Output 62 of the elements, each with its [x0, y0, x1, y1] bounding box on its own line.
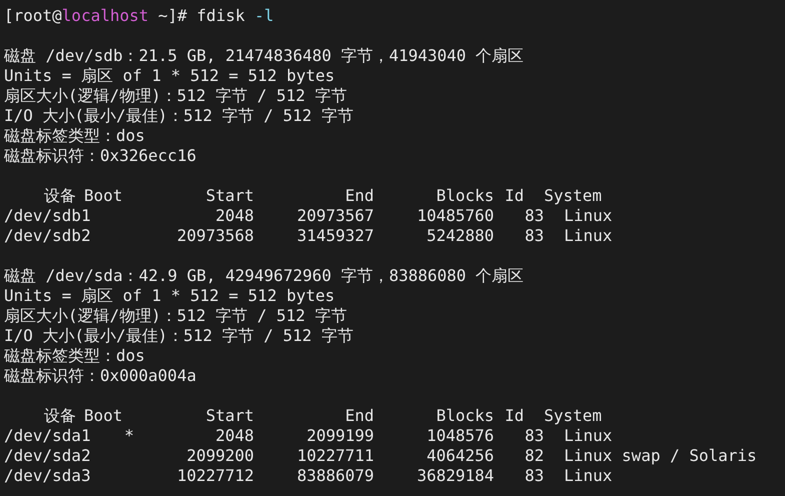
table-cell-text: 82 — [524, 446, 544, 466]
table-cell-text: 83 — [524, 206, 544, 226]
column-header: Start — [204, 186, 254, 206]
output-line: 磁盘标识符：0x000a004a — [4, 366, 196, 386]
output-line: 磁盘标签类型：dos — [4, 126, 145, 146]
column-header: End — [344, 406, 374, 426]
table-cell-text: /dev/sda3 — [4, 466, 92, 486]
table-cell-text: 83 — [524, 466, 544, 486]
output-line: 磁盘标识符：0x326ecc16 — [4, 146, 196, 166]
table-cell-text: Linux — [563, 466, 614, 486]
output-line: I/O 大小(最小/最佳)：512 字节 / 512 字节 — [4, 106, 354, 126]
output-line: 磁盘 /dev/sda：42.9 GB, 42949672960 字节，83886080 个扇区 — [4, 266, 524, 286]
command-option: -l — [244, 6, 274, 26]
table-cell-text: 20973568 — [176, 226, 254, 246]
table-cell-text: /dev/sda1 — [4, 426, 92, 446]
table-cell-text: * — [123, 426, 134, 446]
output-line: 磁盘 /dev/sdb：21.5 GB, 21474836480 字节，41943040 个扇区 — [4, 46, 524, 66]
column-header: Start — [204, 406, 254, 426]
output-line: 磁盘标签类型：dos — [4, 346, 145, 366]
output-line: 扇区大小(逻辑/物理)：512 字节 / 512 字节 — [4, 86, 347, 106]
column-header: Boot — [84, 406, 124, 426]
column-header: Blocks — [435, 186, 494, 206]
output-line: Units = 扇区 of 1 * 512 = 512 bytes — [4, 66, 335, 86]
column-header: Blocks — [435, 406, 494, 426]
column-header: System — [544, 186, 603, 206]
prompt-user: [root@ — [4, 6, 62, 26]
table-cell-text: /dev/sda2 — [4, 446, 92, 466]
output-line: 扇区大小(逻辑/物理)：512 字节 / 512 字节 — [4, 306, 347, 326]
table-cell-text: Linux — [563, 206, 614, 226]
prompt-path: ~]# — [157, 6, 188, 26]
table-cell-text: 10227712 — [176, 466, 254, 486]
table-cell-text: /dev/sdb1 — [4, 206, 92, 226]
command-text: fdisk — [196, 6, 245, 26]
table-cell-text: 20973567 — [296, 206, 374, 226]
table-cell-text: 2099200 — [186, 446, 254, 466]
table-cell-text: Linux swap / Solaris — [563, 446, 758, 466]
column-header: End — [344, 186, 374, 206]
column-header: System — [544, 406, 603, 426]
column-header: 设备 — [43, 186, 77, 206]
table-cell-text: Linux — [563, 226, 614, 246]
output-line: Units = 扇区 of 1 * 512 = 512 bytes — [4, 286, 335, 306]
table-cell-text: 36829184 — [416, 466, 494, 486]
table-cell-text: 10485760 — [416, 206, 494, 226]
table-cell-text: /dev/sdb2 — [4, 226, 92, 246]
table-cell-text: 31459327 — [296, 226, 374, 246]
table-cell-text: 83 — [524, 226, 544, 246]
table-cell-text: 5242880 — [426, 226, 494, 246]
prompt-host: localhost — [62, 6, 148, 26]
table-cell-text: 2048 — [214, 206, 254, 226]
column-header: 设备 — [43, 406, 77, 426]
column-header: Id — [504, 406, 525, 426]
output-line: I/O 大小(最小/最佳)：512 字节 / 512 字节 — [4, 326, 354, 346]
table-cell-text: 2099199 — [306, 426, 374, 446]
table-cell-text: Linux — [563, 426, 614, 446]
table-cell-text: 4064256 — [426, 446, 494, 466]
column-header: Id — [504, 186, 525, 206]
table-cell-text: 83886079 — [296, 466, 374, 486]
column-header: Boot — [84, 186, 124, 206]
table-cell-text: 1048576 — [426, 426, 494, 446]
table-cell-text: 2048 — [214, 426, 254, 446]
table-cell-text: 83 — [524, 426, 544, 446]
table-cell-text: 10227711 — [296, 446, 374, 466]
